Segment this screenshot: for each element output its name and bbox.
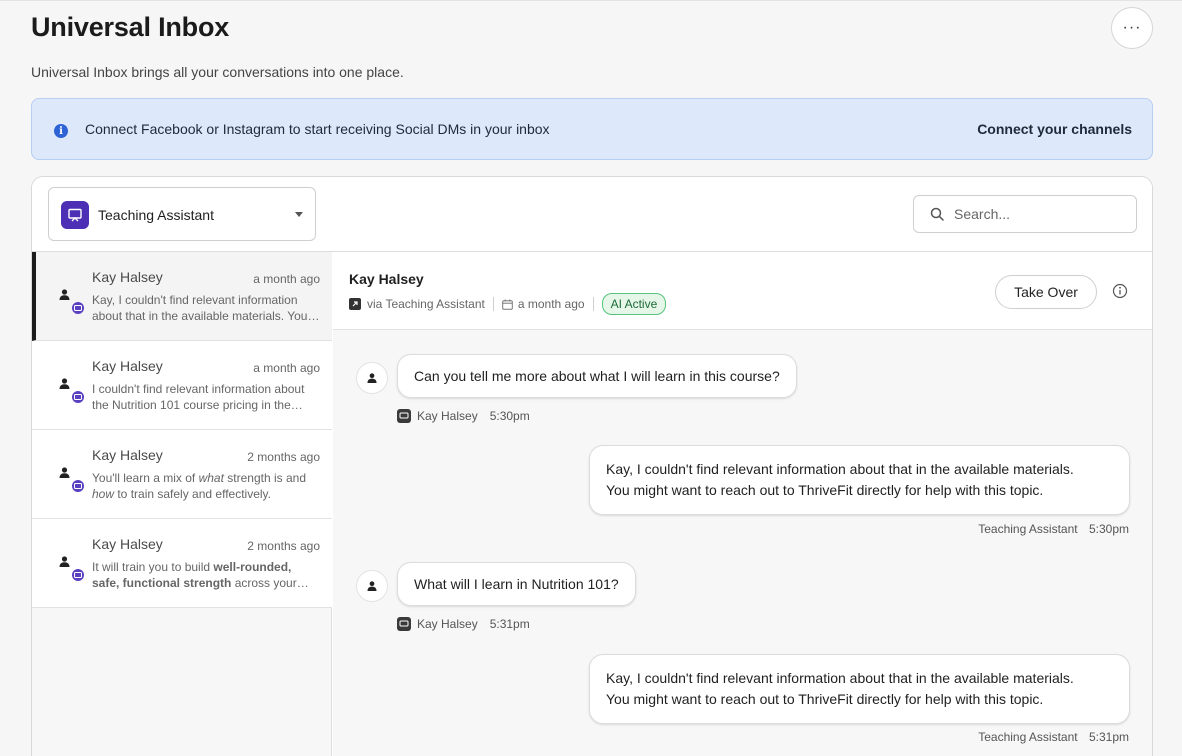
- message-sender: Teaching Assistant: [978, 730, 1078, 744]
- bot-icon: [397, 617, 411, 631]
- chevron-down-icon: [295, 212, 303, 217]
- agent-select-value: Teaching Assistant: [98, 207, 214, 223]
- thread-contact-name: Kay Halsey: [349, 271, 424, 287]
- message-line: Kay, I couldn't find relevant informatio…: [606, 461, 1074, 477]
- conversation-item[interactable]: Kay Halsey 2 months ago It will train yo…: [32, 519, 332, 608]
- info-icon: i: [54, 124, 68, 138]
- message-bubble-outgoing: Kay, I couldn't find relevant informatio…: [589, 654, 1130, 724]
- message-bubble-incoming: What will I learn in Nutrition 101?: [397, 562, 636, 606]
- message-meta: Teaching Assistant 5:31pm: [833, 730, 1129, 744]
- conversation-time: a month ago: [253, 272, 320, 286]
- message-sender: Kay Halsey: [417, 617, 478, 631]
- preview-text: It will train you to build: [92, 560, 214, 574]
- preview-text: to train safely and effectively.: [114, 487, 271, 501]
- message-bubble-incoming: Can you tell me more about what I will l…: [397, 354, 797, 398]
- message-sender: Kay Halsey: [417, 409, 478, 423]
- conversation-name: Kay Halsey: [92, 269, 163, 285]
- user-icon: [367, 581, 377, 591]
- ai-active-badge: AI Active: [601, 293, 667, 315]
- message-time: 5:30pm: [1088, 522, 1129, 536]
- user-icon: [59, 467, 70, 478]
- conversation-name: Kay Halsey: [92, 358, 163, 374]
- thread-time: a month ago: [517, 297, 585, 311]
- info-icon[interactable]: [1112, 283, 1128, 299]
- thread-header: Kay Halsey via Teaching Assistant a mont…: [333, 252, 1152, 330]
- preview-emphasis: what: [198, 471, 224, 485]
- conversation-name: Kay Halsey: [92, 536, 163, 552]
- meta-divider: [492, 297, 494, 311]
- thread-via: via Teaching Assistant: [367, 297, 485, 311]
- conversation-preview: It will train you to build well-rounded,…: [92, 559, 320, 591]
- page-title: Universal Inbox: [31, 12, 230, 42]
- agent-select[interactable]: Teaching Assistant: [48, 187, 316, 241]
- message-meta: Teaching Assistant 5:30pm: [833, 522, 1129, 536]
- search-icon: [930, 207, 944, 221]
- preview-text: strength is and: [223, 471, 306, 485]
- connect-channels-link[interactable]: Connect your channels: [977, 121, 1132, 137]
- conversation-item[interactable]: Kay Halsey a month ago Kay, I couldn't f…: [32, 252, 332, 341]
- conversation-preview: You'll learn a mix of what strength is a…: [92, 470, 320, 502]
- conversation-preview: I couldn't find relevant information abo…: [92, 382, 305, 412]
- inbox-toolbar: Teaching Assistant: [32, 177, 1152, 252]
- page-subtitle: Universal Inbox brings all your conversa…: [31, 64, 404, 80]
- message-sender: Teaching Assistant: [978, 522, 1078, 536]
- message-line: Kay, I couldn't find relevant informatio…: [606, 670, 1074, 686]
- conversation-name: Kay Halsey: [92, 447, 163, 463]
- preview-text: You'll learn a mix of: [92, 471, 199, 485]
- message-line: You might want to reach out to ThriveFit…: [606, 482, 1044, 498]
- conversation-list: Kay Halsey a month ago Kay, I couldn't f…: [32, 252, 332, 756]
- message-meta: Kay Halsey 5:31pm: [397, 617, 530, 631]
- message-line: You might want to reach out to ThriveFit…: [606, 691, 1044, 707]
- message-meta: Kay Halsey 5:30pm: [397, 409, 530, 423]
- search-box: [913, 195, 1137, 233]
- user-icon: [59, 556, 70, 567]
- bot-icon: [72, 302, 84, 314]
- thread-meta: via Teaching Assistant a month ago AI Ac…: [349, 293, 667, 315]
- more-options-button[interactable]: ···: [1111, 7, 1153, 49]
- bot-icon: [397, 409, 411, 423]
- take-over-button[interactable]: Take Over: [995, 275, 1097, 309]
- conversation-time: 2 months ago: [247, 450, 320, 464]
- user-icon: [59, 378, 70, 389]
- preview-emphasis: how: [92, 487, 115, 501]
- connect-channels-banner: i Connect Facebook or Instagram to start…: [31, 98, 1153, 160]
- conversation-time: a month ago: [253, 361, 320, 375]
- calendar-icon: [502, 299, 513, 310]
- conversation-thread: Kay Halsey via Teaching Assistant a mont…: [333, 252, 1152, 756]
- inbox-panel: Teaching Assistant Kay Halsey a month ag…: [31, 176, 1153, 756]
- meta-divider: [592, 297, 594, 311]
- conversation-preview: Kay, I couldn't find relevant informatio…: [92, 293, 308, 323]
- bot-icon: [72, 569, 84, 581]
- conversation-item[interactable]: Kay Halsey a month ago I couldn't find r…: [32, 341, 332, 430]
- presentation-icon: [61, 201, 89, 229]
- user-icon: [59, 289, 70, 300]
- bot-icon: [72, 391, 84, 403]
- message-time: 5:31pm: [489, 617, 530, 631]
- message-time: 5:30pm: [489, 409, 530, 423]
- channel-icon: [349, 298, 361, 310]
- user-avatar: [356, 570, 388, 602]
- user-icon: [367, 373, 377, 383]
- bot-icon: [72, 480, 84, 492]
- message-time: 5:31pm: [1088, 730, 1129, 744]
- search-input[interactable]: [954, 204, 1124, 224]
- conversation-item[interactable]: Kay Halsey 2 months ago You'll learn a m…: [32, 430, 332, 519]
- top-divider: [0, 0, 1182, 1]
- banner-text: Connect Facebook or Instagram to start r…: [85, 121, 550, 137]
- user-avatar: [356, 362, 388, 394]
- message-bubble-outgoing: Kay, I couldn't find relevant informatio…: [589, 445, 1130, 515]
- conversation-time: 2 months ago: [247, 539, 320, 553]
